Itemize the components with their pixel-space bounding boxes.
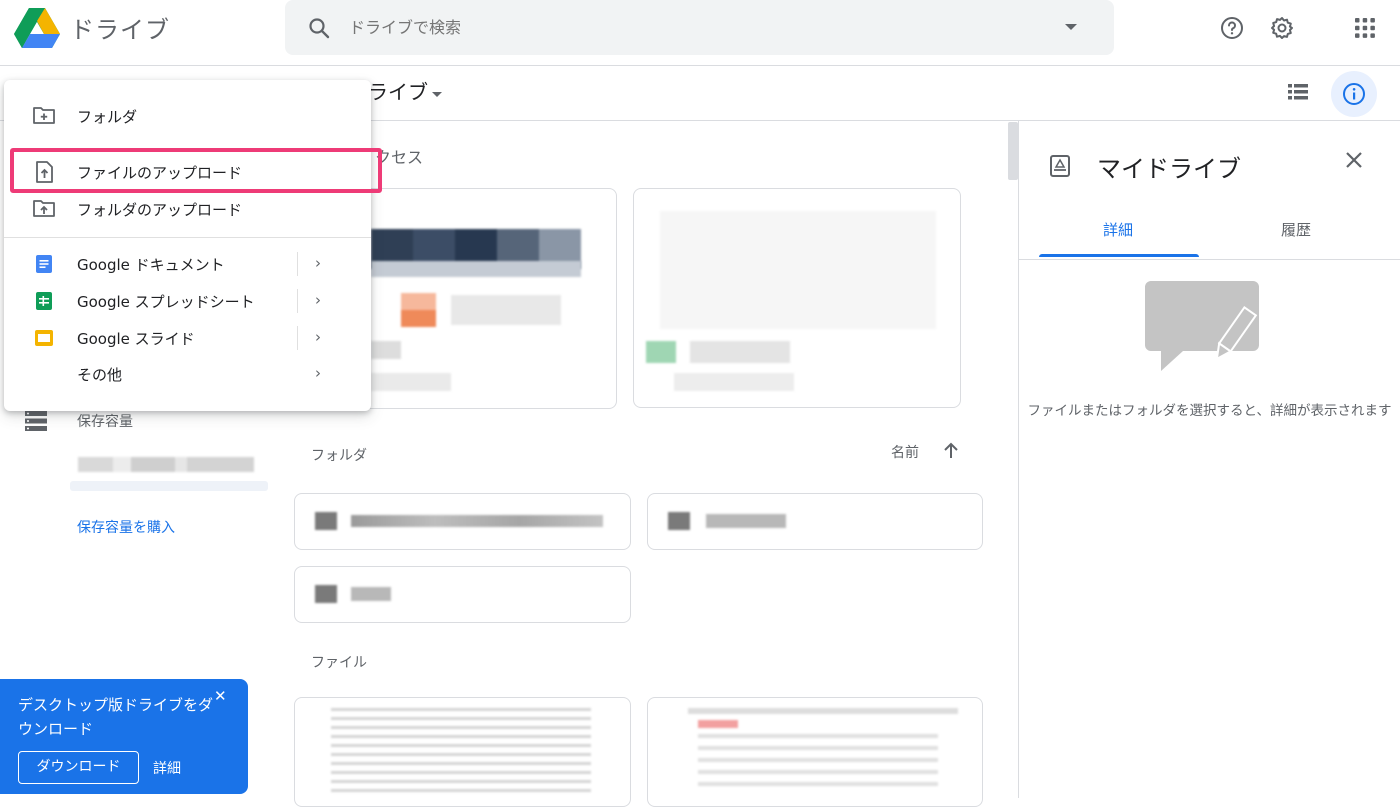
file-name <box>690 341 790 363</box>
search-options-icon[interactable] <box>1065 24 1077 30</box>
storage-usage-text <box>78 457 254 472</box>
banner-text: デスクトップ版ドライブをダウンロード <box>18 696 214 738</box>
menu-divider <box>4 237 371 238</box>
storage-icon <box>25 411 47 431</box>
my-drive-icon <box>1050 155 1070 177</box>
panel-title: マイドライブ <box>1097 155 1241 183</box>
breadcrumb[interactable]: ライブ <box>368 76 428 105</box>
tab-details[interactable]: 詳細 <box>1039 219 1197 240</box>
storage-progress-bar <box>70 481 268 491</box>
quick-access-label: クセス <box>375 148 424 167</box>
download-button[interactable]: ダウンロード <box>18 751 139 784</box>
folder-icon <box>668 512 690 530</box>
menu-item-label: その他 <box>77 366 123 384</box>
folder-item[interactable] <box>294 566 631 623</box>
help-icon <box>1221 17 1243 39</box>
chevron-down-icon[interactable] <box>432 92 442 97</box>
file-thumbnail-detail <box>451 295 561 325</box>
new-item-menu: フォルダ ファイルのアップロード フォルダのアップロード Google ドキュメ… <box>4 80 371 411</box>
arrow-up-icon[interactable] <box>940 440 962 462</box>
folder-name <box>706 514 786 528</box>
info-icon <box>1343 83 1365 105</box>
empty-state-text: ファイルまたはフォルダを選択すると、詳細が表示されます <box>1027 403 1392 419</box>
storage-label[interactable]: 保存容量 <box>77 411 133 431</box>
file-thumbnail <box>331 708 591 798</box>
file-name <box>371 341 401 359</box>
menu-item-google-slides[interactable]: Google スライド › <box>4 320 371 356</box>
active-tab-indicator <box>1039 254 1199 257</box>
folder-name <box>351 587 391 601</box>
highlight-box <box>10 148 382 193</box>
close-icon[interactable] <box>1339 145 1369 175</box>
folder-item[interactable] <box>647 493 983 550</box>
files-section-label: ファイル <box>311 655 367 671</box>
menu-item-more[interactable]: その他 › <box>4 356 371 392</box>
chevron-right-icon[interactable]: › <box>315 254 321 272</box>
list-view-icon <box>1288 84 1308 100</box>
google-slides-icon <box>35 330 53 346</box>
menu-item-label: Google ドキュメント <box>77 256 225 274</box>
no-selection-illustration-icon <box>1145 281 1259 371</box>
google-docs-icon <box>36 255 52 273</box>
menu-item-separator <box>297 289 298 313</box>
menu-item-separator <box>297 326 298 350</box>
chevron-right-icon[interactable]: › <box>315 364 321 382</box>
file-meta <box>371 373 451 391</box>
sort-by-name[interactable]: 名前 <box>891 442 919 462</box>
help-button[interactable] <box>1212 8 1252 48</box>
file-thumbnail <box>660 211 936 329</box>
file-card[interactable] <box>294 697 631 807</box>
menu-item-google-docs[interactable]: Google ドキュメント › <box>4 246 371 282</box>
chevron-right-icon[interactable]: › <box>315 328 321 346</box>
folder-icon <box>315 512 337 530</box>
top-app-bar: ドライブ <box>0 0 1400 66</box>
close-icon[interactable]: ✕ <box>214 687 227 705</box>
settings-icon <box>1271 17 1293 39</box>
search-input[interactable] <box>349 18 949 37</box>
apps-button[interactable] <box>1345 8 1385 48</box>
file-thumbnail-detail <box>401 293 436 327</box>
details-panel: マイドライブ 詳細 履歴 ファイルまたはフォルダを選択すると、詳細が表示されます <box>1019 121 1400 798</box>
list-view-button[interactable] <box>1278 72 1318 112</box>
details-toggle-button[interactable] <box>1331 71 1377 117</box>
new-folder-icon <box>33 107 55 124</box>
apps-grid-icon <box>1355 18 1375 38</box>
menu-item-label: Google スプレッドシート <box>77 293 255 311</box>
desktop-download-banner: デスクトップ版ドライブをダウンロード ✕ ダウンロード 詳細 <box>0 679 248 794</box>
scrollbar-thumb[interactable] <box>1008 122 1018 180</box>
menu-item-label: フォルダのアップロード <box>77 201 243 219</box>
folders-section-label: フォルダ <box>311 448 367 464</box>
folder-upload-icon <box>33 200 55 217</box>
search-icon[interactable] <box>307 16 331 40</box>
file-meta <box>674 373 794 391</box>
quick-access-card[interactable] <box>633 188 961 408</box>
menu-item-new-folder[interactable]: フォルダ <box>4 98 371 134</box>
file-thumbnail <box>698 734 938 794</box>
chevron-right-icon[interactable]: › <box>315 291 321 309</box>
menu-item-label: Google スライド <box>77 330 195 348</box>
file-thumbnail-detail <box>371 261 581 277</box>
search-bar[interactable] <box>285 0 1114 55</box>
menu-item-label: フォルダ <box>77 108 138 126</box>
file-thumbnail <box>688 708 958 714</box>
file-thumbnail <box>698 720 738 728</box>
settings-button[interactable] <box>1262 8 1302 48</box>
drive-logo-icon[interactable] <box>14 8 60 48</box>
app-title: ドライブ <box>70 16 170 44</box>
details-link[interactable]: 詳細 <box>153 758 181 778</box>
folder-item[interactable] <box>294 493 631 550</box>
file-type-icon <box>646 341 676 363</box>
menu-item-separator <box>297 252 298 276</box>
tab-history[interactable]: 履歴 <box>1217 219 1375 240</box>
menu-item-folder-upload[interactable]: フォルダのアップロード <box>4 191 371 227</box>
folder-name <box>351 515 603 527</box>
buy-storage-link[interactable]: 保存容量を購入 <box>77 517 175 537</box>
tabs-divider <box>1019 259 1400 260</box>
folder-icon <box>315 585 337 603</box>
menu-item-google-sheets[interactable]: Google スプレッドシート › <box>4 283 371 319</box>
file-card[interactable] <box>647 697 983 807</box>
google-sheets-icon <box>36 292 52 310</box>
